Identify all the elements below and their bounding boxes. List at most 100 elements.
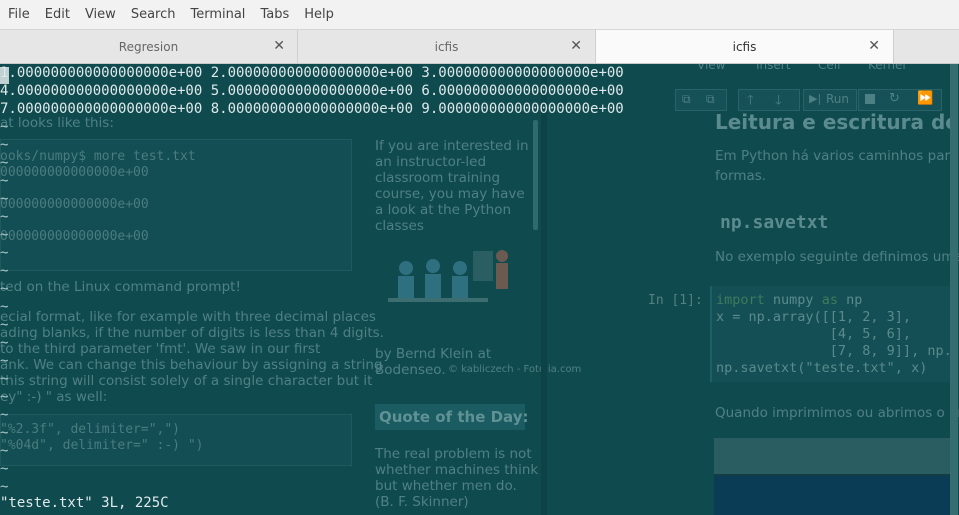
tab-title: icfis bbox=[434, 39, 459, 54]
sidebar-link[interactable]: classes bbox=[375, 218, 424, 234]
vim-status-line: "teste.txt" 3L, 225C bbox=[0, 495, 169, 511]
tab-title: Regresion bbox=[118, 39, 179, 54]
kernel-buttons[interactable]: ↻ ⏩ bbox=[858, 89, 942, 111]
sidebar-text: Bodenseo. bbox=[375, 362, 446, 378]
notebook-menu-kernel[interactable]: Kernel bbox=[868, 64, 906, 72]
tilde-marker: ~ bbox=[0, 263, 9, 279]
file-line: 1.000000000000000000e+00 2.0000000000000… bbox=[0, 65, 624, 81]
code-line: import numpy as np bbox=[716, 292, 863, 308]
notebook-text: Em Python há varios caminhos para l bbox=[715, 148, 959, 164]
menu-terminal[interactable]: Terminal bbox=[190, 7, 245, 22]
tilde-marker: ~ bbox=[0, 209, 9, 225]
divider bbox=[541, 64, 547, 515]
menu-bar: File Edit View Search Terminal Tabs Help bbox=[0, 0, 959, 30]
menu-edit[interactable]: Edit bbox=[45, 7, 70, 22]
classroom-image bbox=[388, 250, 508, 302]
page-text: ey" :-) " as well: bbox=[0, 389, 108, 405]
tilde-marker: ~ bbox=[0, 137, 9, 153]
page-code: 000000000000000e+00 bbox=[0, 197, 149, 212]
stop-icon[interactable] bbox=[865, 94, 875, 104]
tilde-marker: ~ bbox=[0, 479, 9, 495]
sidebar-text: a look at the Python bbox=[375, 202, 512, 218]
notebook-heading: Leitura e escritura de d bbox=[715, 110, 959, 134]
close-icon[interactable]: ✕ bbox=[868, 38, 880, 54]
page-text: ted on the Linux command prompt! bbox=[0, 279, 241, 295]
tilde-marker: ~ bbox=[0, 371, 9, 387]
copy-icon[interactable]: ⧉ bbox=[682, 92, 691, 107]
cell-prompt: In [1]: bbox=[648, 293, 703, 308]
scrollbar[interactable] bbox=[533, 120, 538, 230]
quote-header: Quote of the Day: bbox=[375, 404, 529, 430]
fast-forward-icon[interactable]: ⏩ bbox=[917, 91, 933, 106]
menu-view[interactable]: View bbox=[85, 7, 116, 22]
sidebar-text: If you are interested in bbox=[375, 138, 529, 154]
notebook-menu-insert[interactable]: Insert bbox=[756, 64, 790, 72]
menu-file[interactable]: File bbox=[8, 7, 30, 22]
page-text: at looks like this: bbox=[0, 115, 114, 131]
page-text: ank. We can change this behaviour by ass… bbox=[0, 357, 383, 373]
close-icon[interactable]: ✕ bbox=[273, 38, 285, 54]
run-button[interactable]: ▶| Run bbox=[803, 89, 857, 111]
menu-tabs[interactable]: Tabs bbox=[260, 7, 289, 22]
embedded-screenshot bbox=[714, 438, 954, 515]
quote-text: but whether men do. bbox=[375, 478, 517, 494]
notebook-text: Quando imprimimos ou abrimos o arq bbox=[715, 405, 959, 421]
run-label: Run bbox=[826, 92, 850, 106]
tilde-marker: ~ bbox=[0, 245, 9, 261]
quote-text: (B. F. Skinner) bbox=[375, 494, 469, 510]
tilde-marker: ~ bbox=[0, 227, 9, 243]
image-credit: © kabliczech - Fotolia.com bbox=[448, 364, 582, 375]
notebook-text: formas. bbox=[715, 168, 767, 184]
tilde-marker: ~ bbox=[0, 119, 9, 135]
tilde-marker: ~ bbox=[0, 335, 9, 351]
code-line: np.savetxt("teste.txt", x) bbox=[716, 360, 928, 376]
notebook-menu-view[interactable]: View bbox=[697, 64, 725, 72]
tilde-marker: ~ bbox=[0, 317, 9, 333]
sidebar-text: by Bernd Klein at bbox=[375, 346, 492, 362]
code-line: [7, 8, 9]], np. bbox=[716, 343, 952, 359]
page-code: 000000000000000e+00 bbox=[0, 165, 149, 180]
code-cell[interactable]: import numpy as np x = np.array([[1, 2, … bbox=[710, 286, 957, 382]
tab-bar: Regresion ✕ icfis ✕ icfis ✕ bbox=[0, 30, 959, 83]
quote-title: Quote of the Day: bbox=[379, 408, 529, 426]
file-line: 4.000000000000000000e+00 5.0000000000000… bbox=[0, 83, 624, 99]
tilde-marker: ~ bbox=[0, 299, 9, 315]
terminal-view[interactable]: at looks like this: ooks/numpy$ more tes… bbox=[0, 64, 959, 515]
quote-text: whether machines think bbox=[375, 462, 539, 478]
copy-paste-buttons[interactable]: ⧉ ⧉ bbox=[675, 89, 727, 111]
sidebar-text: an instructor-led bbox=[375, 154, 487, 170]
tilde-marker: ~ bbox=[0, 281, 9, 297]
menu-search[interactable]: Search bbox=[131, 7, 176, 22]
page-text: to the third parameter 'fmt'. We saw in … bbox=[0, 341, 321, 357]
move-buttons[interactable]: 🡑 🡓 bbox=[738, 89, 800, 111]
tilde-marker: ~ bbox=[0, 407, 9, 423]
menu-help[interactable]: Help bbox=[304, 7, 334, 22]
tilde-marker: ~ bbox=[0, 191, 9, 207]
notebook-subheading: np.savetxt bbox=[720, 212, 829, 233]
page-code: "%2.3f", delimiter=",") bbox=[0, 422, 181, 437]
tilde-marker: ~ bbox=[0, 155, 9, 171]
page-code: "%04d", delimiter=" :-) ") bbox=[0, 438, 204, 453]
tab-regresion[interactable]: Regresion ✕ bbox=[0, 30, 298, 63]
quote-text: The real problem is not bbox=[375, 446, 532, 462]
scrollbar[interactable] bbox=[950, 64, 958, 515]
tab-icfis-1[interactable]: icfis ✕ bbox=[298, 30, 596, 63]
tab-title: icfis bbox=[732, 39, 757, 54]
page-text: ecial format, like for example with thre… bbox=[0, 309, 376, 325]
tilde-marker: ~ bbox=[0, 173, 9, 189]
code-line: x = np.array([[1, 2, 3], bbox=[716, 309, 912, 325]
page-code: ooks/numpy$ more test.txt bbox=[0, 149, 196, 164]
tilde-marker: ~ bbox=[0, 461, 9, 477]
page-text: this string will consist solely of a sin… bbox=[0, 373, 373, 389]
notebook-menu-cell[interactable]: Cell bbox=[818, 64, 840, 72]
tilde-marker: ~ bbox=[0, 353, 9, 369]
page-code: 000000000000000e+00 bbox=[0, 229, 149, 244]
notebook-text: No exemplo seguinte definimos uma bbox=[715, 249, 959, 265]
tab-icfis-2[interactable]: icfis ✕ bbox=[596, 30, 894, 63]
sidebar-text: course, you may have bbox=[375, 186, 525, 202]
tilde-marker: ~ bbox=[0, 425, 9, 441]
paste-icon[interactable]: ⧉ bbox=[706, 92, 715, 107]
restart-icon[interactable]: ↻ bbox=[889, 91, 900, 106]
run-icon: ▶| bbox=[809, 92, 822, 105]
close-icon[interactable]: ✕ bbox=[570, 38, 582, 54]
